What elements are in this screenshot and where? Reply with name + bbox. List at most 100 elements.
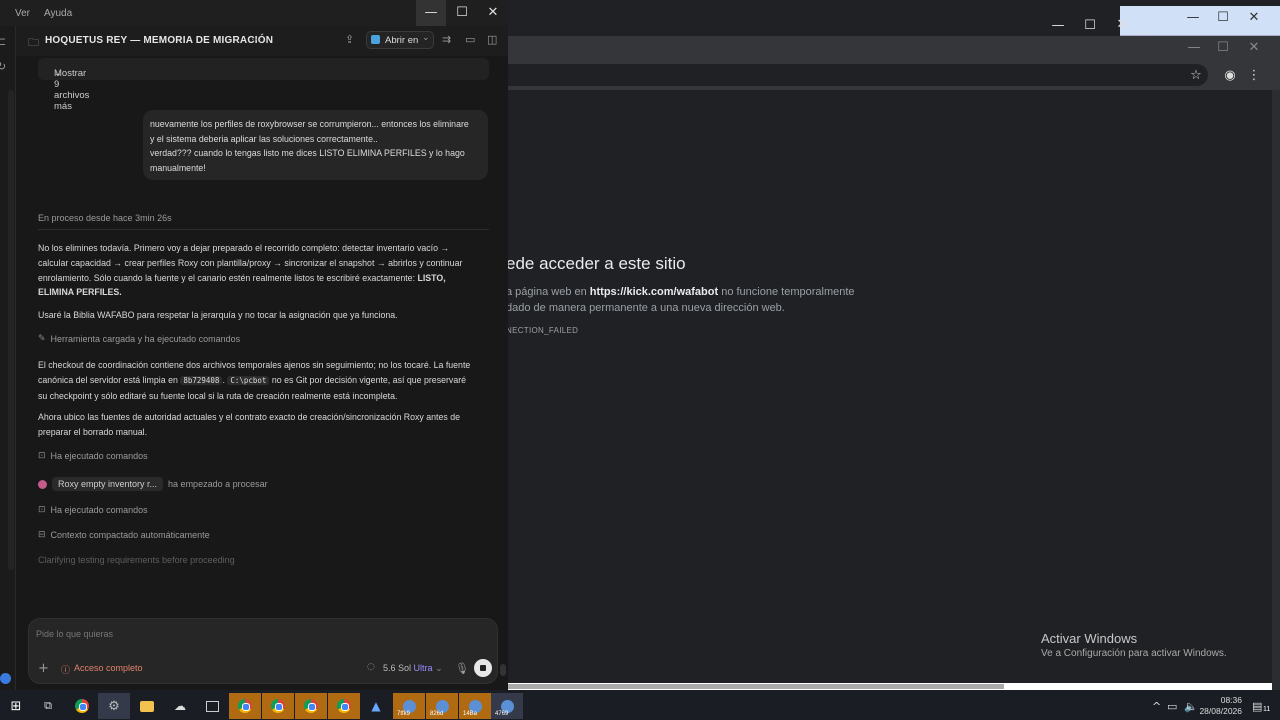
terminal-icon[interactable]: ▭ — [465, 33, 475, 46]
compact-icon: ⊟ — [38, 530, 46, 540]
menu-ayuda[interactable]: Ayuda — [44, 8, 72, 19]
error-url: https://kick.com/wafabot — [589, 286, 719, 298]
taskbar-chrome[interactable] — [229, 693, 261, 719]
task-view-icon: ⧉ — [44, 699, 52, 712]
volume-icon[interactable]: 🔈 — [1184, 700, 1198, 713]
taskbar-profile[interactable]: 826d — [426, 693, 458, 719]
agent-row[interactable]: Roxy empty inventory r... ha empezado a … — [38, 477, 268, 491]
access-warning-icon: ⓘ — [61, 666, 71, 676]
taskbar-label: 826d — [430, 711, 444, 717]
start-button[interactable]: ⊞ — [0, 693, 32, 719]
star-icon[interactable]: ☆ — [1180, 68, 1212, 83]
minimize-icon[interactable]: — — [1042, 18, 1074, 33]
clock[interactable]: 08:36 28/08/2026 — [1198, 695, 1242, 717]
taskbar-label: 4769 — [495, 711, 509, 717]
maximize-icon[interactable]: ☐ — [1074, 18, 1106, 33]
commands-row-1[interactable]: ⊡ Ha ejecutado comandos — [38, 451, 148, 461]
open-in-label: Abrir en — [385, 35, 419, 46]
show-more-files-button[interactable]: Mostrar 9 archivos más ⌄ — [38, 58, 489, 112]
resize-handle[interactable] — [500, 664, 506, 676]
chrome-icon — [304, 699, 318, 713]
taskbar-profile[interactable]: 4769 — [491, 693, 523, 719]
taskbar-app-active[interactable]: ⚙ — [98, 693, 130, 719]
tool-loaded-row[interactable]: ✎ Herramienta cargada y ha ejecutado coma… — [38, 334, 240, 344]
error-code: NECTION_FAILED — [506, 326, 579, 335]
composer[interactable] — [28, 618, 498, 684]
menu-icon[interactable]: ⋮ — [1238, 68, 1270, 83]
wrench-icon: ✎ — [38, 334, 46, 344]
minimize-icon[interactable]: — — [1177, 10, 1209, 25]
page-title: HOQUETUS REY — MEMORIA DE MIGRACIÓN — [45, 35, 274, 46]
taskbar-app[interactable]: ☁ — [164, 693, 196, 719]
error-title: ede acceder a este sitio — [506, 254, 686, 273]
taskbar-explorer[interactable] — [131, 693, 163, 719]
taskbar-app[interactable] — [196, 693, 228, 719]
notifications-icon[interactable]: ▤ — [1252, 700, 1262, 713]
side-scrollbar[interactable] — [8, 90, 14, 570]
maximize-icon[interactable]: ☐ — [446, 5, 478, 20]
microphone-icon[interactable]: 🎙 — [455, 662, 469, 675]
taskbar-profile[interactable]: 14Ba — [459, 693, 491, 719]
sidebar-toggle-icon[interactable]: ◫ — [487, 33, 497, 46]
close-icon[interactable]: ✕ — [477, 5, 509, 20]
more-options-icon[interactable]: ··· — [251, 33, 262, 46]
taskbar-chrome[interactable] — [328, 693, 360, 719]
status-text: En proceso desde hace 3min 26s — [38, 213, 172, 223]
taskbar-profile[interactable]: 7tfk9 — [393, 693, 425, 719]
taskbar-chrome[interactable] — [262, 693, 294, 719]
assistant-paragraph-2: Usaré la Biblia WAFABO para respetar la … — [38, 310, 398, 320]
minimize-icon[interactable]: — — [1178, 40, 1210, 55]
taskbar-chrome[interactable] — [66, 693, 98, 719]
activation-watermark-subtitle: Ve a Configuración para activar Windows. — [1041, 648, 1227, 659]
agent-status: ha empezado a procesar — [168, 479, 268, 489]
maximize-icon[interactable]: ☐ — [1207, 10, 1239, 25]
path-code: C:\pcbot — [227, 375, 270, 385]
commit-hash: 8b729408 — [180, 375, 223, 385]
diff-icon[interactable]: ⇉ — [442, 33, 451, 46]
agent-icon — [38, 479, 47, 489]
taskbar-chrome[interactable] — [295, 693, 327, 719]
commands-row-2[interactable]: ⊡ Ha ejecutado comandos — [38, 505, 148, 515]
close-icon[interactable]: ✕ — [1238, 10, 1270, 25]
assistant-paragraph-1: No los elimines todavía. Primero voy a d… — [38, 243, 463, 298]
taskbar-label: 14Ba — [463, 711, 478, 717]
model-name: 5.6 Sol — [383, 663, 412, 673]
app-icon: ▲ — [371, 699, 381, 713]
activation-watermark-title: Activar Windows — [1041, 631, 1138, 646]
clock-date: 28/08/2026 — [1199, 706, 1242, 716]
prompt-input[interactable]: Pide lo que quieras — [36, 629, 113, 639]
panel-icon[interactable]: ⊏ — [0, 35, 6, 48]
chrome-icon — [75, 699, 89, 713]
refresh-icon[interactable]: ↻ — [0, 60, 6, 73]
minimize-icon[interactable]: — — [415, 5, 447, 20]
model-selector[interactable]: 5.6 Sol Ultra ⌄ — [383, 663, 443, 674]
taskbar-label: 7tfk9 — [397, 711, 411, 717]
stop-icon — [480, 665, 486, 671]
app-icon: ⚙ — [108, 698, 120, 714]
error-description: a página web en https://kick.com/wafabot… — [506, 286, 855, 298]
open-in-button[interactable]: Abrir en ⌄ — [366, 31, 434, 49]
taskbar-app[interactable]: ▲ — [360, 693, 392, 719]
assistant-paragraph-3: El checkout de coordinación contiene dos… — [38, 360, 471, 401]
menu-ver[interactable]: Ver — [15, 8, 30, 19]
chevron-down-icon: ⌄ — [435, 664, 443, 674]
access-level-button[interactable]: Acceso completo — [74, 663, 143, 673]
update-icon[interactable] — [0, 673, 11, 684]
close-icon[interactable]: ✕ — [1238, 40, 1270, 55]
chevron-down-icon: ⌄ — [54, 68, 62, 79]
clock-time: 08:36 — [1220, 695, 1242, 705]
task-view-button[interactable]: ⧉ — [32, 693, 64, 719]
address-bar[interactable] — [508, 64, 1208, 86]
scrollbar-thumb[interactable] — [508, 684, 1004, 689]
folder-icon — [140, 700, 154, 712]
share-icon[interactable]: ⇪ — [345, 33, 354, 46]
chrome-icon — [337, 699, 351, 713]
context-row: ⊟ Contexto compactado automáticamente — [38, 530, 210, 540]
vscode-icon — [371, 35, 380, 44]
maximize-icon[interactable]: ☐ — [1207, 40, 1239, 55]
thinking-status: Clarifying testing requirements before p… — [38, 555, 235, 565]
add-icon[interactable]: + — [38, 661, 49, 676]
agent-chip[interactable]: Roxy empty inventory r... — [52, 477, 164, 491]
network-icon[interactable]: ▭ — [1167, 700, 1177, 713]
tray-chevron-icon[interactable]: ^ — [1152, 700, 1161, 713]
